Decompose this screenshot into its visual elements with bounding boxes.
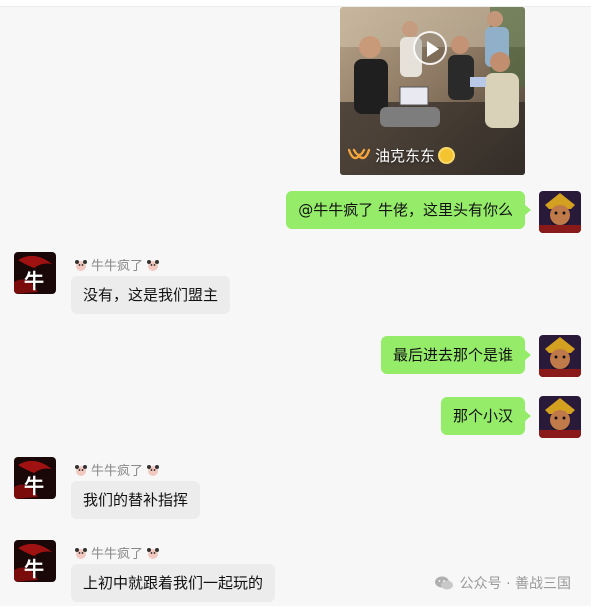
sender-name: 牛牛疯了 — [74, 460, 160, 479]
cow-icon — [147, 464, 160, 476]
niu-char: 牛 — [24, 557, 44, 581]
sender-name: 牛牛疯了 — [74, 255, 160, 274]
watermark-text: 公众号 · 善战三国 — [459, 576, 571, 592]
niu-avatar-icon[interactable]: 牛 — [14, 252, 56, 294]
warrior-avatar-icon[interactable] — [539, 335, 581, 377]
niu-avatar-icon[interactable]: 牛 — [14, 457, 56, 499]
sender-name-text: 牛牛疯了 — [91, 259, 144, 274]
niu-char: 牛 — [24, 269, 44, 293]
play-icon[interactable] — [413, 31, 447, 65]
wechat-icon — [434, 576, 453, 590]
message-text: 最后进去那个是谁 — [392, 346, 513, 364]
top-divider — [0, 0, 591, 7]
channel-name: 油克东东 — [375, 147, 436, 165]
niu-char: 牛 — [24, 474, 44, 498]
warrior-avatar-icon[interactable] — [539, 396, 581, 438]
cow-icon — [147, 259, 160, 271]
message-bubble-outgoing[interactable]: @牛牛疯了 牛佬，这里头有你么 — [286, 191, 531, 229]
warrior-avatar-icon[interactable] — [539, 191, 581, 233]
message-text: 那个小汉 — [452, 407, 513, 425]
cow-icon — [75, 259, 87, 271]
sender-name-text: 牛牛疯了 — [91, 464, 144, 479]
message-text: 我们的替补指挥 — [83, 491, 189, 509]
sender-name: 牛牛疯了 — [74, 543, 160, 562]
niu-avatar-icon[interactable]: 牛 — [14, 540, 56, 582]
message-bubble-incoming[interactable]: 没有，这是我们盟主 — [71, 276, 231, 314]
sender-name-text: 牛牛疯了 — [91, 547, 144, 562]
video-channel-label[interactable]: 油克东东 — [348, 145, 454, 166]
cow-icon — [147, 547, 160, 559]
verified-badge-icon — [440, 149, 454, 162]
message-bubble-incoming[interactable]: 我们的替补指挥 — [71, 481, 201, 519]
message-text: @牛牛疯了 牛佬，这里头有你么 — [298, 201, 513, 219]
message-text: 上初中就跟着我们一起玩的 — [83, 574, 264, 592]
channel-logo-icon — [348, 148, 370, 159]
cow-icon — [75, 464, 87, 476]
message-text: 没有，这是我们盟主 — [83, 286, 219, 304]
cow-icon — [75, 547, 87, 559]
message-bubble-outgoing[interactable]: 最后进去那个是谁 — [380, 336, 532, 374]
video-message-card[interactable]: 油克东东 — [340, 7, 525, 175]
message-bubble-outgoing[interactable]: 那个小汉 — [440, 397, 532, 435]
message-bubble-incoming[interactable]: 上初中就跟着我们一起玩的 — [71, 564, 276, 602]
watermark: 公众号 · 善战三国 — [434, 573, 571, 593]
